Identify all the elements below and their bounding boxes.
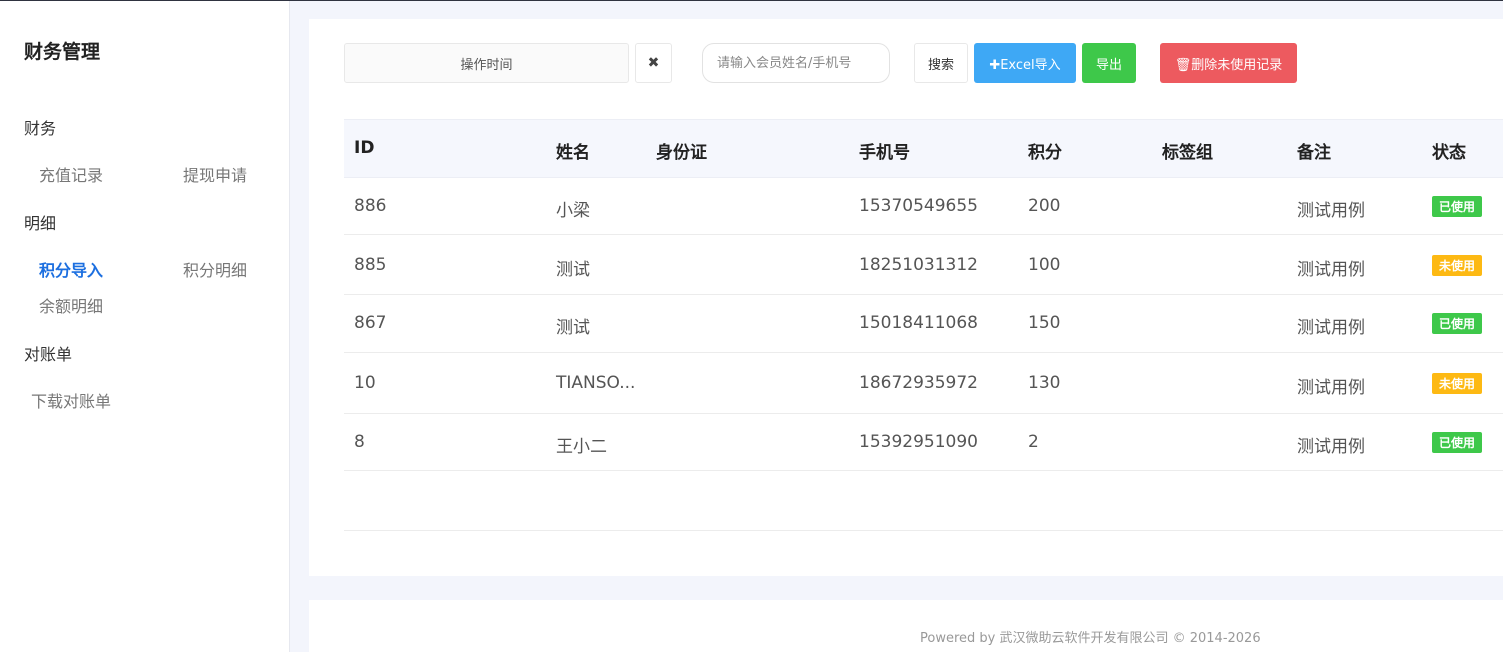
footer-copyright: Powered by 武汉微助云软件开发有限公司 © 2014-2026: [920, 631, 1261, 646]
table-empty-row: [344, 471, 1503, 531]
column-header-name: 姓名: [556, 143, 590, 163]
cell-id: 867: [354, 313, 387, 333]
column-header-phone: 手机号: [859, 143, 910, 163]
column-header-tag-group: 标签组: [1162, 143, 1213, 163]
status-badge: 未使用: [1432, 255, 1482, 276]
sidebar-item-download-statement[interactable]: 下载对账单: [31, 388, 111, 412]
sidebar-item-points-import[interactable]: 积分导入: [39, 257, 103, 281]
cell-note: 测试用例: [1297, 437, 1365, 457]
footer: Powered by 武汉微助云软件开发有限公司 © 2014-2026: [309, 600, 1503, 652]
sidebar-item-balance-details[interactable]: 余额明细: [39, 293, 103, 317]
sidebar-section-details: 明细: [24, 214, 57, 233]
cell-id: 886: [354, 196, 387, 216]
export-button[interactable]: 导出: [1082, 43, 1136, 83]
table-header: ID 姓名 身份证 手机号 积分 标签组 备注 状态: [344, 119, 1503, 178]
cell-name: 王小二: [556, 437, 607, 457]
cell-name: TIANSO...: [556, 373, 636, 393]
column-header-note: 备注: [1297, 143, 1331, 163]
points-import-table: ID 姓名 身份证 手机号 积分 标签组 备注 状态 886 小梁 153705…: [344, 119, 1503, 531]
cell-note: 测试用例: [1297, 260, 1365, 280]
sidebar: 财务管理 财务 充值记录 提现申请 明细 积分导入 积分明细 余额明细 对账单 …: [0, 1, 290, 652]
cell-id: 885: [354, 255, 387, 275]
delete-unused-records-button[interactable]: 🗑删除未使用记录: [1160, 43, 1297, 83]
main-card: 操作时间 ✖ 搜索 ✚Excel导入 导出 🗑删除未使用记录 ID 姓名 身份证…: [309, 19, 1503, 576]
cell-points: 150: [1028, 313, 1061, 333]
member-search-input[interactable]: [702, 43, 890, 83]
cell-phone: 15370549655: [859, 196, 978, 216]
cell-phone: 15018411068: [859, 313, 978, 333]
sidebar-item-withdraw-requests[interactable]: 提现申请: [183, 162, 247, 186]
clear-date-button[interactable]: ✖: [635, 43, 672, 83]
status-badge: 已使用: [1432, 196, 1482, 217]
excel-import-button[interactable]: ✚Excel导入: [974, 43, 1076, 83]
column-header-status: 状态: [1432, 143, 1466, 163]
cell-note: 测试用例: [1297, 378, 1365, 398]
sidebar-item-points-details[interactable]: 积分明细: [183, 257, 247, 281]
cell-name: 测试: [556, 318, 590, 338]
sidebar-title: 财务管理: [24, 41, 101, 63]
cell-note: 测试用例: [1297, 201, 1365, 221]
cell-phone: 18251031312: [859, 255, 978, 275]
status-badge: 未使用: [1432, 373, 1482, 394]
cell-id: 8: [354, 432, 365, 452]
sidebar-item-recharge-records[interactable]: 充值记录: [39, 162, 103, 186]
operation-time-input[interactable]: 操作时间: [344, 43, 629, 83]
cell-id: 10: [354, 373, 376, 393]
sidebar-section-statements: 对账单: [24, 345, 73, 364]
table-row: 10 TIANSO... 18672935972 130 测试用例 未使用: [344, 353, 1503, 414]
cell-points: 200: [1028, 196, 1061, 216]
close-icon: ✖: [647, 55, 660, 71]
search-button[interactable]: 搜索: [914, 43, 968, 83]
table-row: 867 测试 15018411068 150 测试用例 已使用: [344, 295, 1503, 353]
table-row: 8 王小二 15392951090 2 测试用例 已使用: [344, 414, 1503, 471]
cell-note: 测试用例: [1297, 318, 1365, 338]
column-header-id-card: 身份证: [656, 143, 707, 163]
cell-points: 100: [1028, 255, 1061, 275]
status-badge: 已使用: [1432, 313, 1482, 334]
cell-points: 130: [1028, 373, 1061, 393]
column-header-points: 积分: [1028, 143, 1062, 163]
column-header-id: ID: [354, 138, 375, 158]
cell-phone: 15392951090: [859, 432, 978, 452]
cell-points: 2: [1028, 432, 1039, 452]
cell-name: 测试: [556, 260, 590, 280]
table-row: 885 测试 18251031312 100 测试用例 未使用: [344, 235, 1503, 295]
status-badge: 已使用: [1432, 432, 1482, 453]
table-row: 886 小梁 15370549655 200 测试用例 已使用: [344, 178, 1503, 235]
cell-phone: 18672935972: [859, 373, 978, 393]
sidebar-section-finance: 财务: [24, 119, 57, 138]
cell-name: 小梁: [556, 201, 590, 221]
